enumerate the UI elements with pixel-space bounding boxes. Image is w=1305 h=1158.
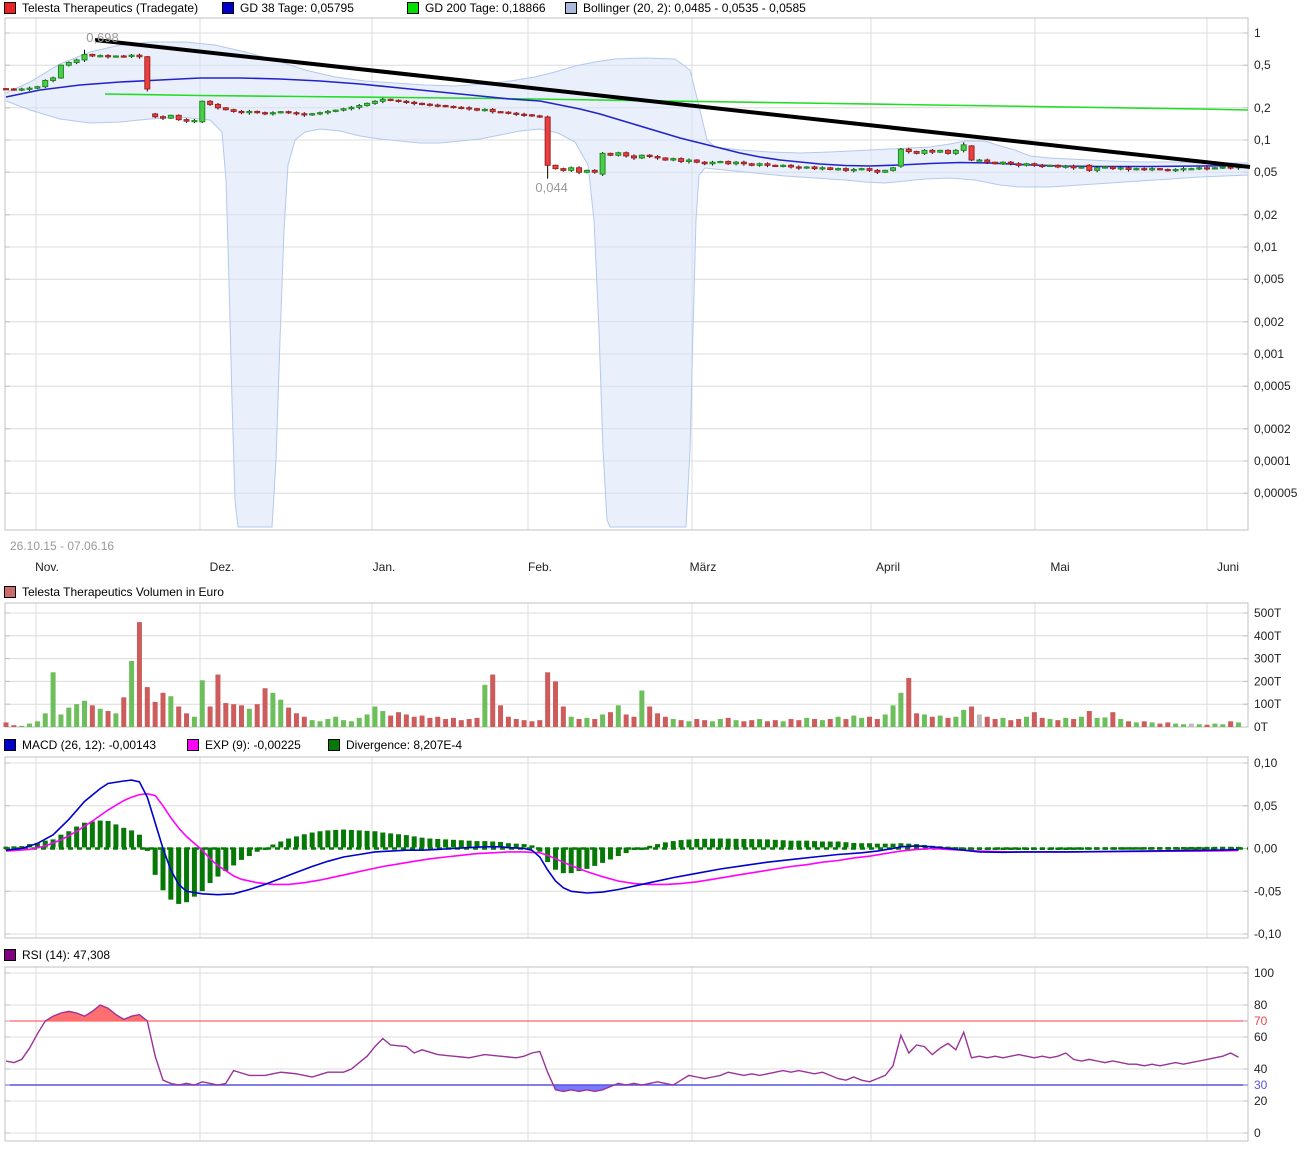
legend-swatch-icon <box>4 949 16 961</box>
svg-text:0,2: 0,2 <box>1254 101 1271 115</box>
legend-swatch-icon <box>4 586 16 598</box>
svg-text:1: 1 <box>1254 26 1261 40</box>
volume-legend: Telesta Therapeutics Volumen in Euro <box>0 584 1305 600</box>
legend-label: RSI (14): 47,308 <box>22 948 110 962</box>
svg-text:40: 40 <box>1254 1062 1268 1076</box>
month-label: März <box>690 560 717 574</box>
svg-text:0,0002: 0,0002 <box>1254 422 1291 436</box>
svg-text:300T: 300T <box>1254 652 1282 666</box>
legend-swatch-icon <box>565 2 577 14</box>
svg-text:60: 60 <box>1254 1030 1268 1044</box>
macd-line <box>6 780 1239 895</box>
price-legend: Telesta Therapeutics (Tradegate) GD 38 Ta… <box>0 0 1305 16</box>
price-annotation: 0,044 <box>535 180 568 195</box>
svg-text:0,005: 0,005 <box>1254 272 1284 286</box>
svg-text:20: 20 <box>1254 1094 1268 1108</box>
legend-label: GD 38 Tage: 0,05795 <box>240 1 354 15</box>
bollinger-band <box>6 42 1248 527</box>
price-annotation: 0,698 <box>86 30 119 45</box>
svg-text:0,001: 0,001 <box>1254 347 1284 361</box>
svg-text:0: 0 <box>1254 1126 1261 1140</box>
legend-item: Telesta Therapeutics Volumen in Euro <box>4 585 224 599</box>
svg-text:0,05: 0,05 <box>1254 799 1278 813</box>
svg-text:0,5: 0,5 <box>1254 58 1271 72</box>
svg-text:30: 30 <box>1254 1078 1268 1092</box>
stock-chart-page: { "meta": { "instrument": "Telesta Thera… <box>0 0 1305 1158</box>
month-label: Juni <box>1217 560 1239 574</box>
exp-line <box>6 794 1239 885</box>
svg-text:200T: 200T <box>1254 674 1282 688</box>
legend-label: MACD (26, 12): -0,00143 <box>22 738 156 752</box>
legend-label: Telesta Therapeutics (Tradegate) <box>22 1 198 15</box>
svg-text:0,05: 0,05 <box>1254 165 1278 179</box>
volume-bars <box>4 622 1241 727</box>
rsi-line <box>6 1005 1239 1091</box>
svg-text:0T: 0T <box>1254 720 1269 734</box>
rsi-legend: RSI (14): 47,308 <box>0 947 1305 963</box>
date-range: 26.10.15 - 07.06.16 <box>10 539 114 553</box>
svg-text:0,00005: 0,00005 <box>1254 486 1298 500</box>
legend-item: Bollinger (20, 2): 0,0485 - 0,0535 - 0,0… <box>565 1 806 15</box>
month-label: Jan. <box>373 560 396 574</box>
svg-text:80: 80 <box>1254 998 1268 1012</box>
legend-item: MACD (26, 12): -0,00143 <box>4 738 156 752</box>
svg-text:0,00: 0,00 <box>1254 842 1278 856</box>
legend-item: GD 200 Tage: 0,18866 <box>407 1 546 15</box>
svg-text:100: 100 <box>1254 966 1274 980</box>
legend-swatch-icon <box>328 739 340 751</box>
month-label: Dez. <box>210 560 235 574</box>
legend-item: Telesta Therapeutics (Tradegate) <box>4 1 198 15</box>
legend-label: Telesta Therapeutics Volumen in Euro <box>22 585 224 599</box>
legend-label: GD 200 Tage: 0,18866 <box>425 1 546 15</box>
svg-text:100T: 100T <box>1254 697 1282 711</box>
svg-text:400T: 400T <box>1254 629 1282 643</box>
month-label: Feb. <box>528 560 552 574</box>
month-label: Nov. <box>35 560 59 574</box>
legend-label: Bollinger (20, 2): 0,0485 - 0,0535 - 0,0… <box>583 1 806 15</box>
macd-chart: 0,10 0,05 0,00 -0,05 -0,10 <box>0 753 1305 947</box>
svg-text:0,0001: 0,0001 <box>1254 454 1291 468</box>
legend-item: GD 38 Tage: 0,05795 <box>222 1 354 15</box>
volume-chart: 500T 400T 300T 200T 100T 0T <box>0 600 1305 753</box>
legend-swatch-icon <box>4 739 16 751</box>
price-chart: 1 0,5 0,2 0,1 0,05 0,02 0,01 0,005 0,002 0,001 0,0… <box>0 16 1305 578</box>
svg-text:-0,10: -0,10 <box>1254 927 1282 941</box>
legend-item: Divergence: 8,207E-4 <box>328 738 462 752</box>
svg-text:500T: 500T <box>1254 606 1282 620</box>
legend-label: Divergence: 8,207E-4 <box>346 738 462 752</box>
legend-item: RSI (14): 47,308 <box>4 948 110 962</box>
svg-text:0,10: 0,10 <box>1254 756 1278 770</box>
svg-text:70: 70 <box>1254 1014 1268 1028</box>
legend-swatch-icon <box>222 2 234 14</box>
macd-legend: MACD (26, 12): -0,00143 EXP (9): -0,00225… <box>0 737 1305 753</box>
svg-text:0,1: 0,1 <box>1254 133 1271 147</box>
legend-swatch-icon <box>407 2 419 14</box>
legend-swatch-icon <box>187 739 199 751</box>
rsi-chart: 100 80 70 60 40 30 20 0 <box>0 963 1305 1158</box>
svg-text:0,01: 0,01 <box>1254 240 1278 254</box>
svg-text:0,0005: 0,0005 <box>1254 379 1291 393</box>
legend-swatch-icon <box>4 2 16 14</box>
month-label: April <box>876 560 900 574</box>
legend-item: EXP (9): -0,00225 <box>187 738 301 752</box>
month-label: Mai <box>1050 560 1069 574</box>
legend-label: EXP (9): -0,00225 <box>205 738 301 752</box>
svg-text:0,02: 0,02 <box>1254 208 1278 222</box>
svg-text:-0,05: -0,05 <box>1254 884 1282 898</box>
svg-text:0,002: 0,002 <box>1254 315 1284 329</box>
